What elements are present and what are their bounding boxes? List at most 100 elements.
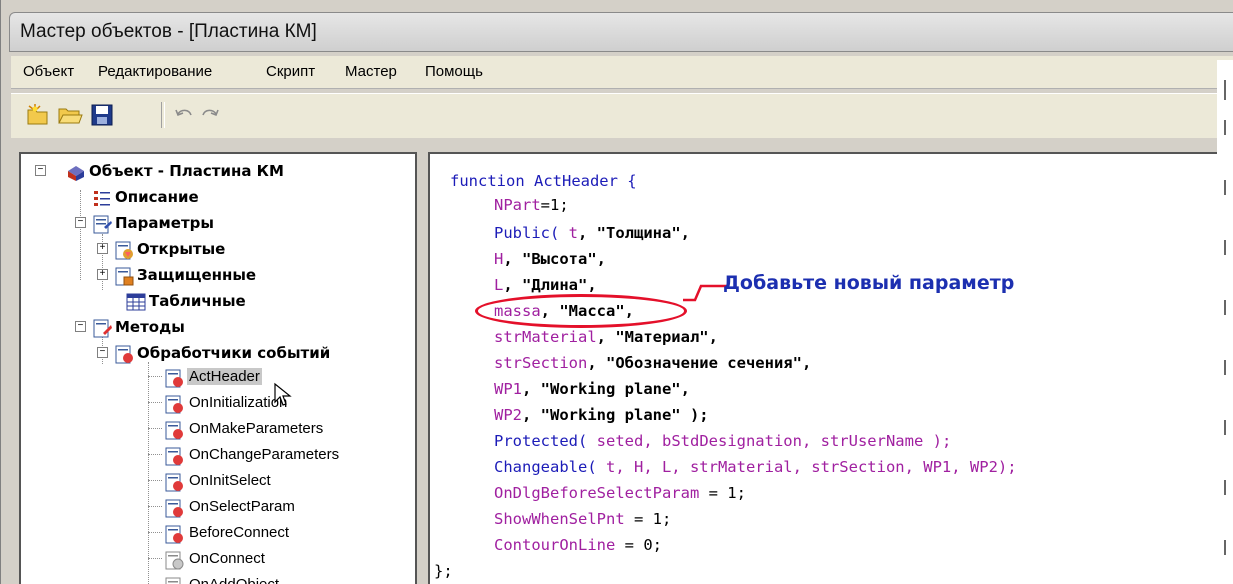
code-token: = 1;: [624, 510, 672, 528]
tree-node-handler[interactable]: OnSelectParam: [21, 496, 415, 520]
code-token: H: [494, 250, 504, 268]
code-token: , "Высота",: [503, 250, 606, 268]
code-token: , "Working plane" );: [522, 406, 709, 424]
table-icon: [126, 293, 146, 311]
code-token: seted: [587, 432, 644, 450]
code-token: ActHeader {: [524, 172, 637, 190]
tree-node-handler[interactable]: OnInitSelect: [21, 470, 415, 494]
handler-icon: [165, 421, 183, 440]
tree-node-description[interactable]: Описание: [21, 186, 415, 210]
save-icon[interactable]: [89, 102, 115, 128]
handler-icon: [165, 447, 183, 466]
expand-icon[interactable]: +: [97, 243, 108, 254]
collapse-icon[interactable]: −: [35, 165, 46, 176]
menu-object[interactable]: Объект: [23, 63, 74, 80]
script-editor[interactable]: function ActHeader { NPart=1; Public( t,…: [428, 152, 1233, 584]
tree-label-description: Описание: [115, 188, 199, 206]
code-token: Protected(: [494, 432, 588, 450]
code-token: strMaterial: [494, 328, 597, 346]
open-params-icon: [115, 241, 133, 260]
tree-node-open[interactable]: + Открытые: [21, 238, 415, 262]
code-token: Changeable(: [494, 458, 597, 476]
handler-disabled-icon: [165, 577, 181, 584]
handler-icon: [165, 369, 183, 388]
tree-node-protected[interactable]: + Защищенные: [21, 264, 415, 288]
tree-node-handler[interactable]: OnChangeParameters: [21, 444, 415, 468]
mouse-cursor-icon: [274, 382, 292, 406]
collapse-icon[interactable]: −: [75, 217, 86, 228]
tree-label-tabular: Табличные: [149, 292, 246, 310]
menu-wizard[interactable]: Мастер: [345, 63, 397, 80]
tree-node-handler[interactable]: OnConnect: [21, 548, 415, 572]
code-token: ContourOnLine: [494, 536, 616, 554]
tree-node-handler[interactable]: BeforeConnect: [21, 522, 415, 546]
code-token: =1;: [540, 196, 569, 214]
code-line: Protected( seted, bStdDesignation, strUs…: [494, 432, 951, 450]
code-line: WP2, "Working plane" );: [494, 406, 709, 424]
code-line: L, "Длина",: [494, 276, 597, 294]
code-line: ContourOnLine = 0;: [494, 536, 662, 554]
collapse-icon[interactable]: −: [75, 321, 86, 332]
menu-help[interactable]: Помощь: [425, 63, 483, 80]
code-line: Changeable( t, H, L, strMaterial, strSec…: [494, 458, 1017, 476]
tree-label-root: Объект - Пластина КМ: [89, 162, 284, 180]
tree-label-handler: ActHeader: [187, 368, 262, 385]
code-line: OnDlgBeforeSelectParam = 1;: [494, 484, 746, 502]
code-token: = 1;: [699, 484, 746, 502]
code-token: t, H, L, strMaterial, strSection, WP1, W…: [596, 458, 1017, 476]
protected-params-icon: [115, 267, 134, 286]
tree-label-parameters: Параметры: [115, 214, 214, 232]
tree-label-handler: OnConnect: [189, 550, 265, 567]
tree-label-protected: Защищенные: [137, 266, 257, 284]
menu-script[interactable]: Скрипт: [266, 63, 315, 80]
tree-label-handler: OnAddObject: [189, 576, 279, 584]
tree-label-handler: BeforeConnect: [189, 524, 290, 541]
tree-node-handler[interactable]: ActHeader: [21, 366, 415, 390]
tree-label-methods: Методы: [115, 318, 185, 336]
toolbar-separator: [161, 102, 165, 128]
tree-node-parameters[interactable]: − Параметры: [21, 212, 415, 236]
tree-label-handler: OnSelectParam: [189, 498, 295, 515]
tree-label-handler: OnChangeParameters: [189, 446, 340, 463]
tree-node-methods[interactable]: − Методы: [21, 316, 415, 340]
tree-node-handler[interactable]: OnMakeParameters: [21, 418, 415, 442]
tree-node-root[interactable]: − Объект - Пластина КМ: [21, 160, 415, 184]
open-folder-icon[interactable]: [57, 102, 83, 128]
code-token: function: [450, 172, 525, 190]
code-line: Public( t, "Толщина",: [494, 224, 690, 242]
object-tree[interactable]: − Объект - Пластина КМ Описание − Параме…: [19, 152, 417, 584]
code-token: ShowWhenSelPnt: [494, 510, 625, 528]
code-line: function ActHeader {: [450, 172, 637, 190]
code-token: OnDlgBeforeSelectParam: [494, 484, 700, 502]
tree-node-handler[interactable]: OnInitialization: [21, 392, 415, 416]
code-token: , "Материал",: [596, 328, 718, 346]
title-bar[interactable]: Мастер объектов - [Пластина КМ]: [9, 12, 1233, 52]
tree-node-handler[interactable]: OnAddObject: [21, 574, 415, 584]
code-line: WP1, "Working plane",: [494, 380, 690, 398]
event-handlers-icon: [115, 345, 133, 364]
code-line: H, "Высота",: [494, 250, 606, 268]
window-edge: [1217, 60, 1233, 584]
tree-label-handler: OnMakeParameters: [189, 420, 324, 437]
code-token: = 0;: [615, 536, 662, 554]
menu-edit[interactable]: Редактирование: [98, 63, 212, 80]
code-line: strSection, "Обозначение сечения",: [494, 354, 811, 372]
code-line: };: [434, 562, 453, 580]
annotation-text: Добавьте новый параметр: [723, 272, 1015, 294]
redo-icon[interactable]: [197, 102, 223, 128]
menu-bar: Объект Редактирование Скрипт Мастер Помо…: [11, 56, 1233, 89]
tree-label-handler: OnInitSelect: [189, 472, 271, 489]
expand-icon[interactable]: +: [97, 269, 108, 280]
tree-node-tabular[interactable]: Табличные: [21, 290, 415, 314]
handler-disabled-icon: [165, 551, 184, 570]
new-object-icon[interactable]: [25, 102, 51, 128]
code-token: , "Толщина",: [578, 224, 690, 242]
tree-label-open: Открытые: [137, 240, 226, 258]
collapse-icon[interactable]: −: [97, 347, 108, 358]
handler-icon: [165, 499, 183, 518]
methods-icon: [93, 319, 112, 338]
code-token: , "Working plane",: [522, 380, 690, 398]
undo-icon[interactable]: [171, 102, 197, 128]
object-wizard-window: Мастер объектов - [Пластина КМ] Объект Р…: [0, 0, 1233, 584]
tree-node-event-handlers[interactable]: − Обработчики событий: [21, 342, 415, 366]
